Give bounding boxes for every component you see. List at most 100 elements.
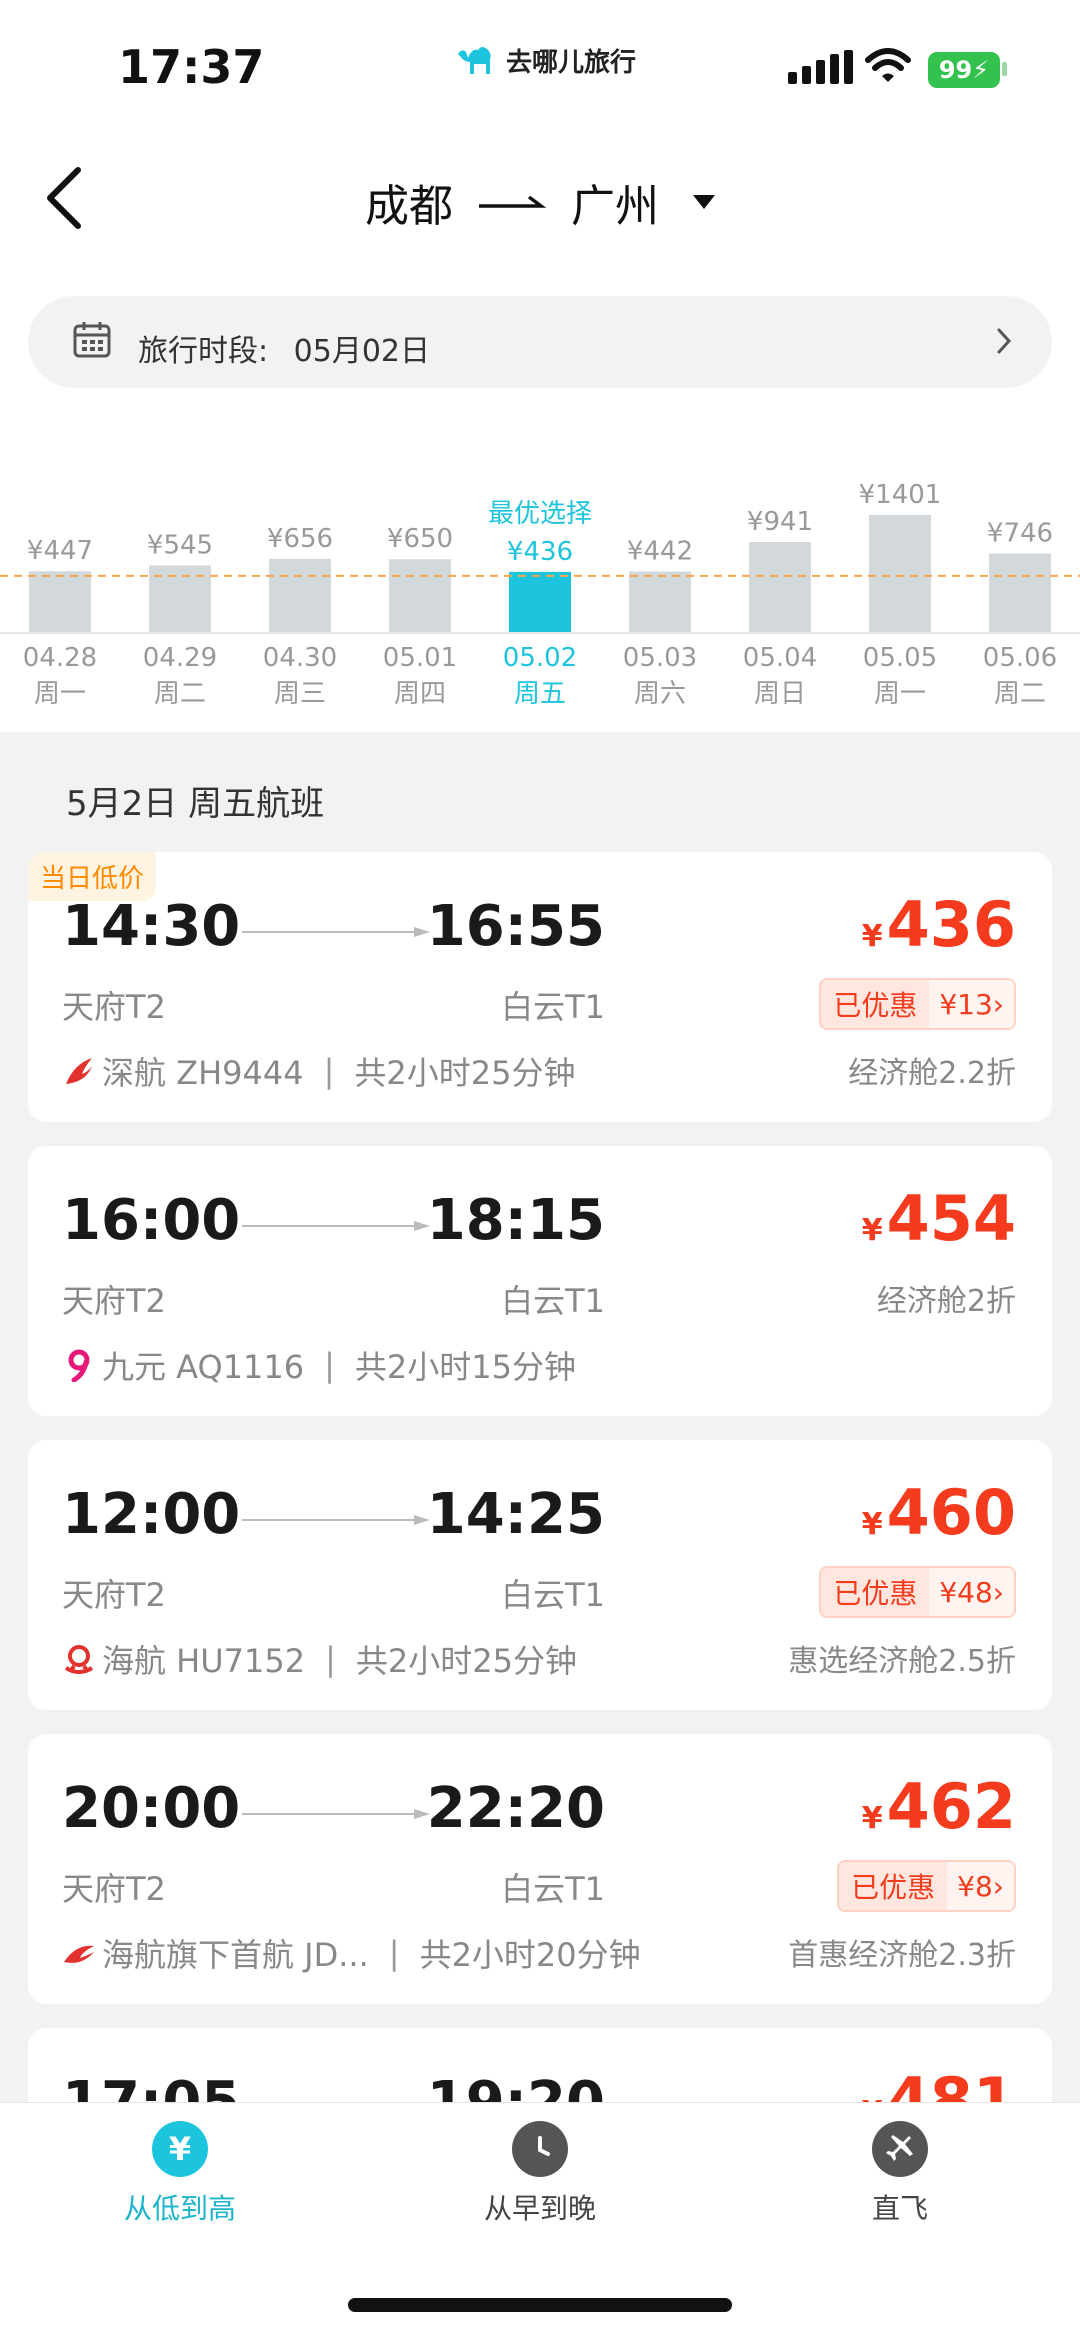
tab-label: 从早到晚: [483, 2192, 596, 2225]
price-value: 460: [886, 1476, 1016, 1549]
price-bar[interactable]: [989, 553, 1051, 632]
airline-info: 九元 AQ1116 | 共2小时15分钟: [62, 1342, 576, 1388]
price-bar[interactable]: [29, 571, 91, 632]
camel-icon: [458, 47, 491, 74]
flight-duration: 共2小时25分钟: [355, 1642, 577, 1680]
discount-tag[interactable]: 已优惠 ¥8›: [837, 1860, 1016, 1912]
cabin-class: 惠选经济舱2.5折: [788, 1644, 1016, 1679]
tab-time-early-to-late[interactable]: 从早到晚: [430, 2121, 650, 2227]
departure-terminal: 天府T2: [62, 1282, 166, 1320]
weekday-label: 周一: [34, 679, 86, 709]
airline-flight: 深航 ZH9444: [102, 1054, 304, 1092]
calendar-icon: [73, 322, 111, 358]
price-bar[interactable]: [269, 558, 331, 632]
home-indicator: [348, 2298, 732, 2312]
currency-symbol: ¥: [861, 1801, 883, 1836]
tab-label: 从低到高: [123, 2192, 236, 2225]
date-label: 04.29: [143, 643, 217, 673]
discount-tag[interactable]: 已优惠 ¥48›: [819, 1566, 1016, 1618]
flight-line-icon: [242, 1809, 430, 1819]
travel-period-text: 旅行时段: 05月02日: [138, 326, 430, 370]
travel-period-label: 旅行时段:: [138, 334, 269, 369]
cabin-class: 经济舱2折: [876, 1284, 1016, 1319]
weekday-label: 周三: [274, 679, 326, 709]
price-value: 436: [886, 888, 1016, 961]
discount-label: 已优惠: [821, 980, 930, 1028]
flight-card[interactable]: 20:00 22:20 天府T2 白云T1 海航旗下首航 JD... | 共2小…: [28, 1734, 1052, 2004]
arrival-terminal: 白云T1: [501, 1576, 605, 1614]
price-value: 462: [886, 1770, 1016, 1843]
departure-time: 14:30: [62, 894, 241, 959]
capital-airlines-logo-icon: [64, 1945, 94, 1963]
currency-symbol: ¥: [861, 919, 883, 954]
price-label: ¥650: [387, 524, 453, 554]
yuan-icon: ¥: [152, 2121, 208, 2177]
destination-city: 广州: [571, 181, 659, 232]
departure-time: 12:00: [62, 1482, 241, 1547]
battery-icon: 99 ⚡: [928, 52, 1000, 88]
plane-icon: [872, 2121, 928, 2177]
airline-flight: 海航旗下首航 JD...: [102, 1936, 369, 1974]
battery-tip: [1002, 62, 1007, 76]
departure-terminal: 天府T2: [62, 988, 166, 1026]
best-choice-tag: 最优选择: [488, 499, 592, 529]
tab-direct-flight[interactable]: 直飞: [790, 2121, 1010, 2227]
price-label: ¥545: [147, 530, 213, 560]
arrival-time: 18:15: [426, 1188, 605, 1253]
clock-icon: [512, 2121, 568, 2177]
weekday-label: 周二: [994, 679, 1046, 709]
date-label: 05.05: [863, 643, 937, 673]
currency-symbol: ¥: [861, 1213, 883, 1248]
flight-line-icon: [242, 1515, 430, 1525]
arrival-terminal: 白云T1: [501, 988, 605, 1026]
price-label: ¥1401: [859, 480, 942, 510]
airline-flight: 海航 HU7152: [102, 1642, 306, 1680]
cellular-signal-icon: [788, 50, 853, 84]
price-bar[interactable]: [629, 571, 691, 632]
price-label: ¥442: [627, 537, 693, 567]
origin-city: 成都: [365, 181, 453, 232]
price-trend-chart: ¥447 04.28 周一 ¥545 04.29 周二 ¥656 04.30 周三 ¥650 05.…: [0, 480, 1080, 709]
flight-card[interactable]: 当日低价 14:30 16:55 天府T2 白云T1 深航 ZH9444 | 共…: [28, 852, 1052, 1122]
price-bar[interactable]: [509, 571, 571, 632]
route-selector[interactable]: 成都 广州: [0, 170, 1080, 234]
brand-logo: 去哪儿旅行: [454, 40, 636, 80]
travel-period-bar[interactable]: 旅行时段: 05月02日: [28, 296, 1052, 388]
discount-amount: ¥8›: [947, 1862, 1014, 1910]
wifi-icon: [865, 48, 911, 82]
tab-label: 直飞: [871, 2192, 928, 2225]
price-value: 454: [886, 1182, 1016, 1255]
flight-duration: 共2小时15分钟: [354, 1348, 577, 1386]
flight-card[interactable]: 16:00 18:15 天府T2 白云T1 九元 AQ1116 | 共2小时15…: [28, 1146, 1052, 1416]
flight-card[interactable]: 12:00 14:25 天府T2 白云T1 海航 HU7152 | 共2小时25…: [28, 1440, 1052, 1710]
date-label: 05.02: [503, 643, 577, 673]
weekday-label: 周一: [874, 679, 926, 709]
flight-duration: 共2小时20分钟: [419, 1936, 641, 1974]
tab-price-low-to-high[interactable]: ¥ 从低到高: [70, 2121, 290, 2227]
discount-label: 已优惠: [839, 1862, 948, 1910]
departure-time: 16:00: [62, 1188, 241, 1253]
price-bar[interactable]: [389, 559, 451, 632]
cabin-class: 首惠经济舱2.3折: [788, 1938, 1016, 1973]
departure-terminal: 天府T2: [62, 1576, 166, 1614]
cabin-class: 经济舱2.2折: [848, 1056, 1016, 1091]
price-bar[interactable]: [749, 542, 811, 632]
airline-info: 深航 ZH9444 | 共2小时25分钟: [62, 1048, 575, 1094]
brand-name: 去哪儿旅行: [506, 47, 637, 78]
date-label: 04.30: [263, 643, 337, 673]
caret-down-icon: [693, 195, 715, 209]
flight-line-icon: [242, 927, 430, 937]
flight-price: ¥ 460: [862, 1476, 1016, 1549]
price-label: ¥436: [507, 537, 573, 567]
section-title: 5月2日 周五航班: [66, 784, 325, 824]
price-bar[interactable]: [869, 514, 931, 632]
weekday-label: 周五: [514, 679, 566, 709]
weekday-label: 周日: [754, 679, 806, 709]
arrival-time: 16:55: [426, 894, 605, 959]
weekday-label: 周四: [394, 679, 446, 709]
weekday-label: 周二: [154, 679, 206, 709]
discount-tag[interactable]: 已优惠 ¥13›: [819, 978, 1016, 1030]
flight-line-icon: [242, 1221, 430, 1231]
arrival-time: 22:20: [426, 1776, 605, 1841]
shenzhen-airlines-logo-icon: [66, 1058, 92, 1084]
